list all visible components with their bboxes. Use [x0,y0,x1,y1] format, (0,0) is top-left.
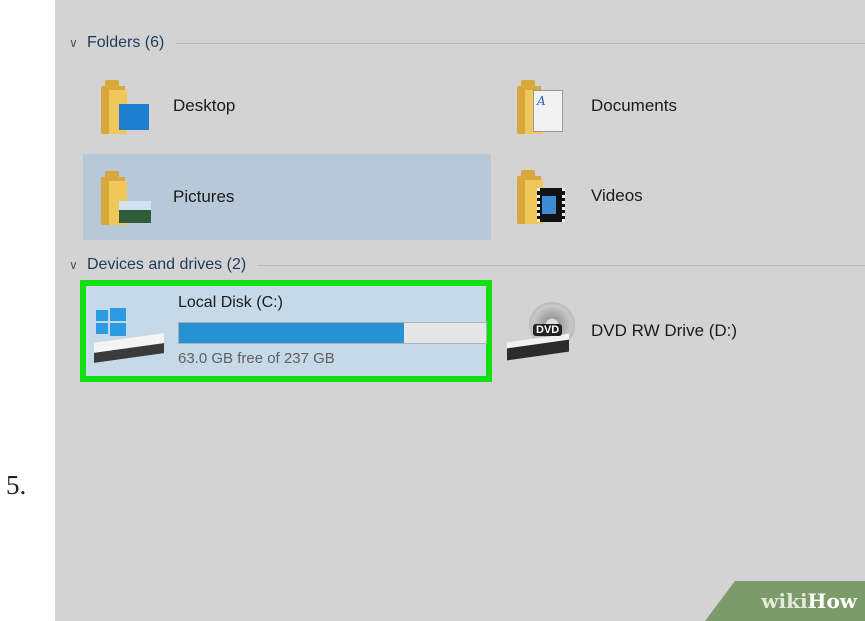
folder-label: Videos [591,186,643,205]
folder-desktop[interactable]: Desktop [99,74,235,138]
folder-label: Pictures [173,187,235,206]
drive-dvd-d[interactable]: DVD DVD RW Drive (D:) [507,296,737,366]
drive-usage-bar [178,322,487,344]
file-explorer-panel: ∨ Folders (6) Desktop A Documents Pictur… [55,0,865,621]
folder-label: Desktop [173,96,236,115]
step-number: 5. [6,470,27,500]
folder-videos[interactable]: Videos [515,164,643,228]
dvd-badge: DVD [533,324,563,336]
desktop-folder-icon [99,76,149,136]
devices-section-header[interactable]: ∨ Devices and drives (2) [69,254,865,276]
folder-pictures[interactable]: Pictures [83,154,491,240]
chevron-down-icon[interactable]: ∨ [69,258,83,272]
folders-section-title: Folders (6) [87,34,165,51]
windows-drive-icon [94,308,166,363]
wikihow-watermark: wiki How [705,581,865,621]
folder-label: Documents [591,96,677,115]
pictures-folder-icon [99,167,151,227]
devices-section-title: Devices and drives (2) [87,256,247,273]
section-divider [258,264,865,266]
drive-label: DVD RW Drive (D:) [591,321,738,340]
videos-folder-icon [515,166,565,226]
section-divider [176,42,865,44]
chevron-down-icon[interactable]: ∨ [69,36,83,50]
drive-usage-fill [179,323,405,343]
drive-local-disk-c[interactable]: Local Disk (C:) 63.0 GB free of 237 GB [80,280,492,382]
documents-folder-icon: A [515,76,565,136]
dvd-drive-icon: DVD [507,300,577,362]
folder-documents[interactable]: A Documents [515,74,677,138]
drive-free-space: 63.0 GB free of 237 GB [178,350,335,367]
folders-section-header[interactable]: ∨ Folders (6) [69,32,865,54]
drive-label: Local Disk (C:) [178,294,283,311]
